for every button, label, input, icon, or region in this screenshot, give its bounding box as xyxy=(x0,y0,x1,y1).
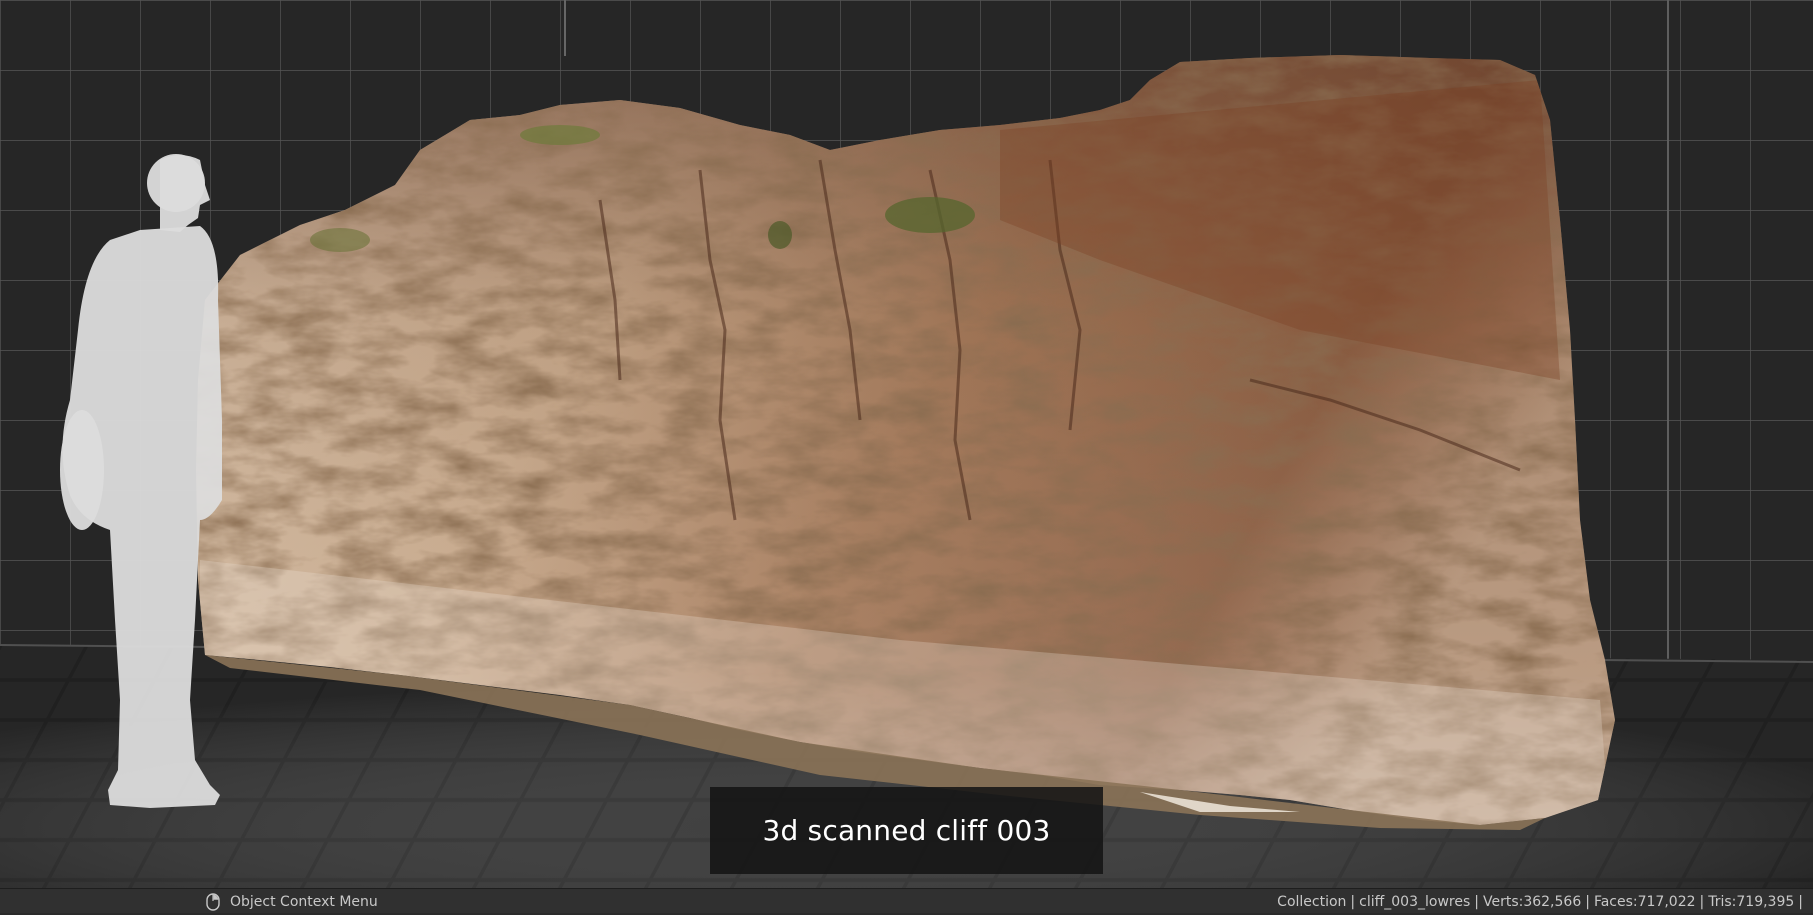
separator: | xyxy=(1798,893,1803,910)
status-bar: Object Context Menu Collection | cliff_0… xyxy=(0,888,1813,913)
mouse-right-click-icon xyxy=(206,892,220,911)
tris-count: Tris:719,395 xyxy=(1708,893,1795,910)
collection-name: Collection xyxy=(1277,893,1347,910)
separator: | xyxy=(1350,893,1356,910)
separator: | xyxy=(1699,893,1705,910)
model-title-caption: 3d scanned cliff 003 xyxy=(710,787,1103,874)
context-menu-hint-label: Object Context Menu xyxy=(230,893,378,910)
verts-count: Verts:362,566 xyxy=(1482,893,1582,910)
scene-statistics: Collection | cliff_003_lowres | Verts:36… xyxy=(1277,889,1807,914)
3d-viewport[interactable]: 3d scanned cliff 003 xyxy=(0,0,1813,888)
faces-count: Faces:717,022 xyxy=(1593,893,1696,910)
status-hint: Object Context Menu xyxy=(206,889,378,914)
separator: | xyxy=(1585,893,1590,910)
active-object-name: cliff_003_lowres xyxy=(1359,893,1471,910)
viewport-scene xyxy=(0,0,1813,888)
separator: | xyxy=(1474,893,1479,910)
